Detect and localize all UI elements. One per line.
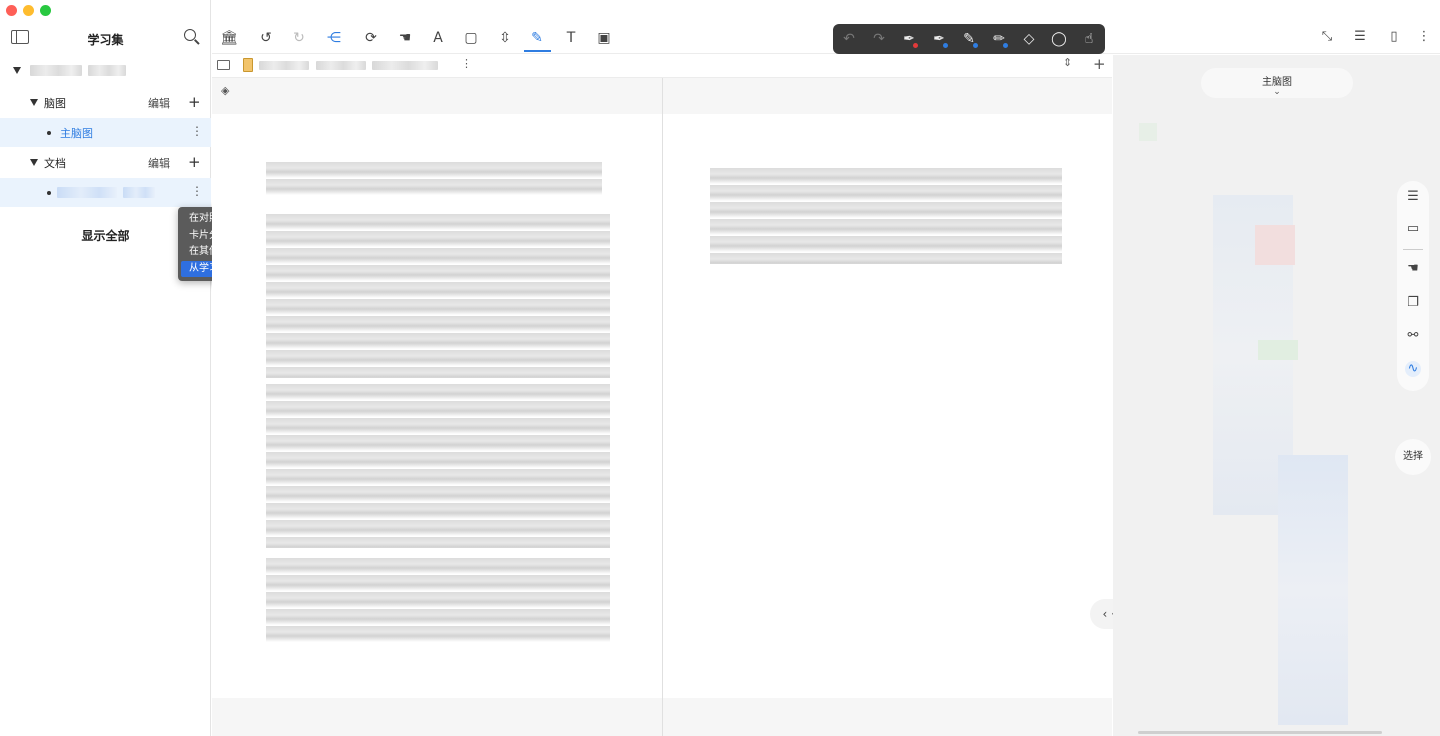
redacted-paragraph-1 — [266, 214, 610, 378]
pen-red-icon[interactable]: ✒ — [899, 29, 919, 49]
lasso-icon[interactable]: ◯ — [1049, 29, 1069, 49]
group-mindmap[interactable]: 脑图 编辑 + — [0, 88, 211, 117]
edit-button[interactable]: 编辑 — [148, 95, 170, 111]
study-set-root[interactable] — [0, 56, 211, 85]
mindmap-panel: 主脑图 ⌄ ☰ ▭ ☚ ❐ ⚯ ∿ 选择 — [1113, 55, 1440, 736]
document-name-redacted — [57, 187, 117, 198]
hand-pointer-icon[interactable]: ☚ — [1405, 261, 1421, 277]
pen-icon[interactable]: ✎ — [528, 29, 546, 47]
highlighter-blue-icon[interactable]: ✎ — [959, 29, 979, 49]
add-button[interactable]: + — [188, 93, 201, 111]
redacted-paragraph-2 — [266, 384, 610, 548]
document-tab-title-redacted[interactable] — [259, 61, 309, 70]
outline-list-icon[interactable]: ☰ — [1405, 189, 1421, 205]
mindmap-vertical-toolbar: ☰ ▭ ☚ ❐ ⚯ ∿ — [1397, 181, 1429, 391]
sidebar-header: 学习集 — [0, 28, 211, 50]
undo-icon[interactable]: ↺ — [257, 29, 275, 47]
freehand-icon[interactable]: ∿ — [1405, 361, 1421, 377]
link-icon[interactable]: ⚯ — [1405, 328, 1421, 344]
select-button[interactable]: 选择 — [1395, 439, 1431, 475]
more-icon[interactable]: ⋮ — [191, 184, 203, 198]
sidebar-title: 学习集 — [87, 33, 124, 47]
split-icon[interactable]: ⇳ — [496, 29, 514, 47]
copy-icon[interactable]: ❐ — [1405, 295, 1421, 311]
toolbar-divider — [1403, 249, 1423, 250]
palette-redo-icon[interactable]: ↷ — [869, 29, 889, 49]
sync-icon[interactable]: ⟳ — [362, 29, 380, 47]
group-label: 文档 — [44, 156, 66, 170]
search-icon[interactable] — [184, 29, 196, 41]
pencil-blue-icon[interactable]: ✏ — [989, 29, 1009, 49]
expand-triangle-icon[interactable] — [30, 159, 38, 166]
document-tab-title-redacted-3 — [372, 61, 438, 70]
redo-icon[interactable]: ↻ — [290, 29, 308, 47]
collapse-icon[interactable]: ⤡ — [1318, 29, 1336, 47]
minimize-window-button[interactable] — [23, 5, 34, 16]
mindmap-node-redacted[interactable] — [1139, 123, 1157, 141]
sidebar-item-main-mindmap[interactable]: 主脑图 ⋮ — [0, 118, 211, 147]
library-icon[interactable]: 🏛 — [220, 29, 238, 47]
pen-palette: ↶ ↷ ✒ ✒ ✎ ✏ ◇ ◯ ☝ — [833, 24, 1105, 54]
mindmap-node-redacted-2 — [1255, 225, 1295, 265]
group-documents[interactable]: 文档 编辑 + — [0, 148, 211, 177]
mindmap-icon[interactable]: ⋲ — [325, 29, 343, 47]
crop-icon[interactable]: ▢ — [462, 29, 480, 47]
document-thumbnail-icon — [243, 58, 253, 72]
mindmap-node-redacted-3 — [1258, 340, 1298, 360]
sort-icon[interactable]: ⇕ — [1063, 56, 1072, 69]
pen-blue-icon[interactable]: ✒ — [929, 29, 949, 49]
bullet-icon — [47, 191, 51, 195]
study-set-name-redacted-2 — [88, 65, 126, 76]
active-tool-indicator — [524, 50, 551, 52]
group-label: 脑图 — [44, 96, 66, 110]
study-set-name-redacted — [30, 65, 82, 76]
notes-search-icon[interactable]: ☰ — [1351, 29, 1369, 47]
zoom-window-button[interactable] — [40, 5, 51, 16]
document-viewer — [212, 78, 1112, 736]
expand-triangle-icon[interactable] — [13, 67, 21, 74]
redacted-heading — [266, 162, 602, 196]
text-color-icon[interactable]: A — [429, 29, 447, 47]
eraser-icon[interactable]: ◇ — [1019, 29, 1039, 49]
document-tab-bar: ⋮ ⇕ + — [212, 55, 1112, 78]
edit-button[interactable]: 编辑 — [148, 155, 170, 171]
chevron-down-icon: ⌄ — [1273, 87, 1281, 97]
hand-icon[interactable]: ☚ — [396, 29, 414, 47]
item-label: 主脑图 — [60, 126, 93, 140]
mindmap-title-button[interactable]: 主脑图 ⌄ — [1201, 68, 1353, 98]
sidebar-item-document[interactable]: ⋮ — [0, 178, 211, 207]
close-window-button[interactable] — [6, 5, 17, 16]
split-view-icon[interactable] — [217, 60, 230, 70]
bookmark-icon[interactable]: ▯ — [1385, 29, 1403, 47]
more-icon[interactable]: ⋮ — [191, 124, 203, 138]
mindmap-branch-redacted-2 — [1278, 455, 1348, 725]
window-controls — [6, 5, 51, 16]
horizontal-scrollbar[interactable] — [1138, 731, 1382, 734]
touch-icon[interactable]: ☝ — [1079, 29, 1099, 49]
bullet-icon — [47, 131, 51, 135]
palette-undo-icon[interactable]: ↶ — [839, 29, 859, 49]
study-set-sidebar: 学习集 脑图 编辑 + 主脑图 ⋮ 文档 编辑 + ⋮ 显示全部 — [0, 0, 211, 736]
document-tab-title-redacted-2 — [316, 61, 366, 70]
more-menu-icon[interactable]: ⋮ — [1415, 29, 1433, 47]
document-name-redacted-2 — [123, 187, 155, 198]
main-toolbar: 🏛 ↺ ↻ ⋲ ⟳ ☚ A ▢ ⇳ ✎ T ▣ ⤡ ☰ ▯ ⋮ — [212, 0, 1440, 54]
add-button[interactable]: + — [188, 153, 201, 171]
redacted-paragraph-3 — [266, 558, 610, 642]
textbox-icon[interactable]: T — [562, 29, 580, 47]
layers-icon[interactable]: ◈ — [221, 85, 233, 97]
expand-triangle-icon[interactable] — [30, 99, 38, 106]
app-window: 学习集 脑图 编辑 + 主脑图 ⋮ 文档 编辑 + ⋮ 显示全部 🏛 ↺ ↻ ⋲… — [0, 0, 1440, 736]
layout-icon[interactable]: ▭ — [1405, 221, 1421, 237]
image-icon[interactable]: ▣ — [595, 29, 613, 47]
redacted-paragraph-4 — [710, 168, 1062, 264]
page-divider — [662, 78, 663, 736]
add-tab-icon[interactable]: + — [1093, 55, 1106, 73]
tab-more-icon[interactable]: ⋮ — [461, 57, 472, 70]
